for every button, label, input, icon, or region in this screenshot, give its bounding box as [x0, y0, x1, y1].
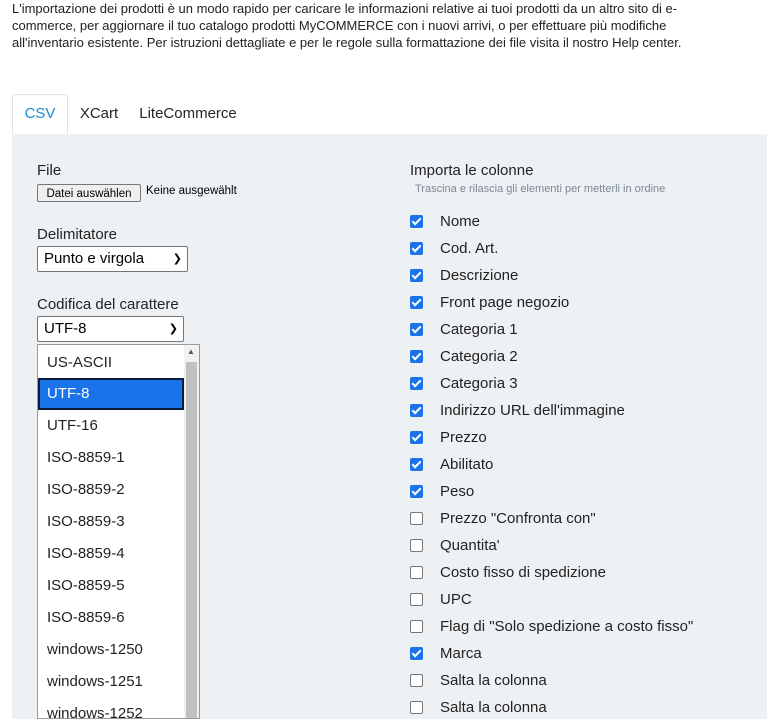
import-tabs: CSV XCart LiteCommerce — [12, 94, 767, 135]
column-checkbox[interactable] — [410, 404, 423, 417]
encoding-option[interactable]: ISO-8859-5 — [38, 570, 184, 602]
intro-text: L'importazione dei prodotti è un modo ra… — [12, 0, 757, 51]
scrollbar-thumb[interactable] — [186, 362, 197, 718]
encoding-option[interactable]: ISO-8859-2 — [38, 474, 184, 506]
encoding-option[interactable]: ISO-8859-4 — [38, 538, 184, 570]
intro-line: all'inventario esistente. Per istruzioni… — [12, 35, 682, 50]
column-label: Front page negozio — [440, 294, 570, 311]
column-checkbox[interactable] — [410, 566, 423, 579]
column-checkbox[interactable] — [410, 512, 423, 525]
encoding-option[interactable]: UTF-16 — [38, 410, 184, 442]
column-checkbox[interactable] — [410, 458, 423, 471]
encoding-option-selected[interactable]: UTF-8 — [38, 378, 184, 410]
choose-file-button[interactable]: Datei auswählen — [37, 184, 141, 202]
column-checkbox[interactable] — [410, 593, 423, 606]
column-label: Categoria 3 — [440, 375, 518, 392]
column-label: Nome — [440, 213, 481, 230]
column-checkbox[interactable] — [410, 620, 423, 633]
file-status: Keine ausgewählt — [146, 185, 237, 197]
column-checkbox[interactable] — [410, 485, 423, 498]
encoding-option[interactable]: ISO-8859-6 — [38, 602, 184, 634]
tab-csv[interactable]: CSV — [12, 94, 68, 134]
column-checkbox[interactable] — [410, 350, 423, 363]
column-label: UPC — [440, 591, 472, 608]
column-label: Indirizzo URL dell'immagine — [440, 402, 625, 419]
column-label: Prezzo — [440, 429, 487, 446]
delimiter-select[interactable]: Punto e virgola ❯ — [37, 246, 188, 272]
column-checkbox[interactable] — [410, 674, 423, 687]
encoding-option[interactable]: ISO-8859-3 — [38, 506, 184, 538]
column-label: Costo fisso di spedizione — [440, 564, 606, 581]
column-checkbox[interactable] — [410, 323, 423, 336]
chevron-down-icon: ❯ — [168, 323, 178, 335]
column-label: Categoria 1 — [440, 321, 518, 338]
encoding-value: UTF-8 — [44, 320, 87, 337]
column-label: Flag di "Solo spedizione a costo fisso" — [440, 618, 694, 635]
column-label: Salta la colonna — [440, 672, 547, 689]
scroll-up-icon[interactable]: ▲ — [187, 347, 195, 356]
encoding-option[interactable]: windows-1250 — [38, 634, 184, 666]
column-checkbox[interactable] — [410, 269, 423, 282]
delimiter-value: Punto e virgola — [44, 250, 145, 267]
column-label: Quantita' — [440, 537, 500, 554]
column-label: Categoria 2 — [440, 348, 518, 365]
column-checkbox[interactable] — [410, 377, 423, 390]
column-checkbox[interactable] — [410, 431, 423, 444]
column-label: Abilitato — [440, 456, 494, 473]
file-label: File — [37, 162, 62, 179]
column-label: Salta la colonna — [440, 699, 547, 716]
column-label: Prezzo "Confronta con" — [440, 510, 596, 527]
intro-line: commerce, per aggiornare il tuo catalogo… — [12, 18, 667, 33]
encoding-dropdown-list[interactable]: US-ASCII UTF-8 UTF-16 ISO-8859-1 ISO-885… — [37, 344, 200, 719]
columns-hint: Trascina e rilascia gli elementi per met… — [415, 183, 666, 195]
column-label: Peso — [440, 483, 475, 500]
tab-litecommerce[interactable]: LiteCommerce — [132, 94, 244, 134]
tab-xcart[interactable]: XCart — [70, 94, 128, 134]
column-label: Descrizione — [440, 267, 519, 284]
delimiter-label: Delimitatore — [37, 226, 118, 243]
column-checkbox[interactable] — [410, 647, 423, 660]
intro-line: L'importazione dei prodotti è un modo ra… — [12, 1, 678, 16]
encoding-label: Codifica del carattere — [37, 296, 179, 313]
column-checkbox[interactable] — [410, 701, 423, 714]
encoding-option[interactable]: US-ASCII — [38, 347, 184, 379]
columns-title: Importa le colonne — [410, 162, 534, 179]
dropdown-scrollbar[interactable]: ▲ — [184, 345, 199, 718]
column-checkbox[interactable] — [410, 215, 423, 228]
column-checkbox[interactable] — [410, 539, 423, 552]
encoding-option[interactable]: ISO-8859-1 — [38, 442, 184, 474]
column-checkbox[interactable] — [410, 242, 423, 255]
column-label: Marca — [440, 645, 482, 662]
encoding-select[interactable]: UTF-8 ❯ — [37, 316, 184, 342]
encoding-option[interactable]: windows-1252 — [38, 698, 184, 718]
column-checkbox[interactable] — [410, 296, 423, 309]
column-label: Cod. Art. — [440, 240, 499, 257]
encoding-option[interactable]: windows-1251 — [38, 666, 184, 698]
chevron-down-icon: ❯ — [172, 253, 182, 265]
